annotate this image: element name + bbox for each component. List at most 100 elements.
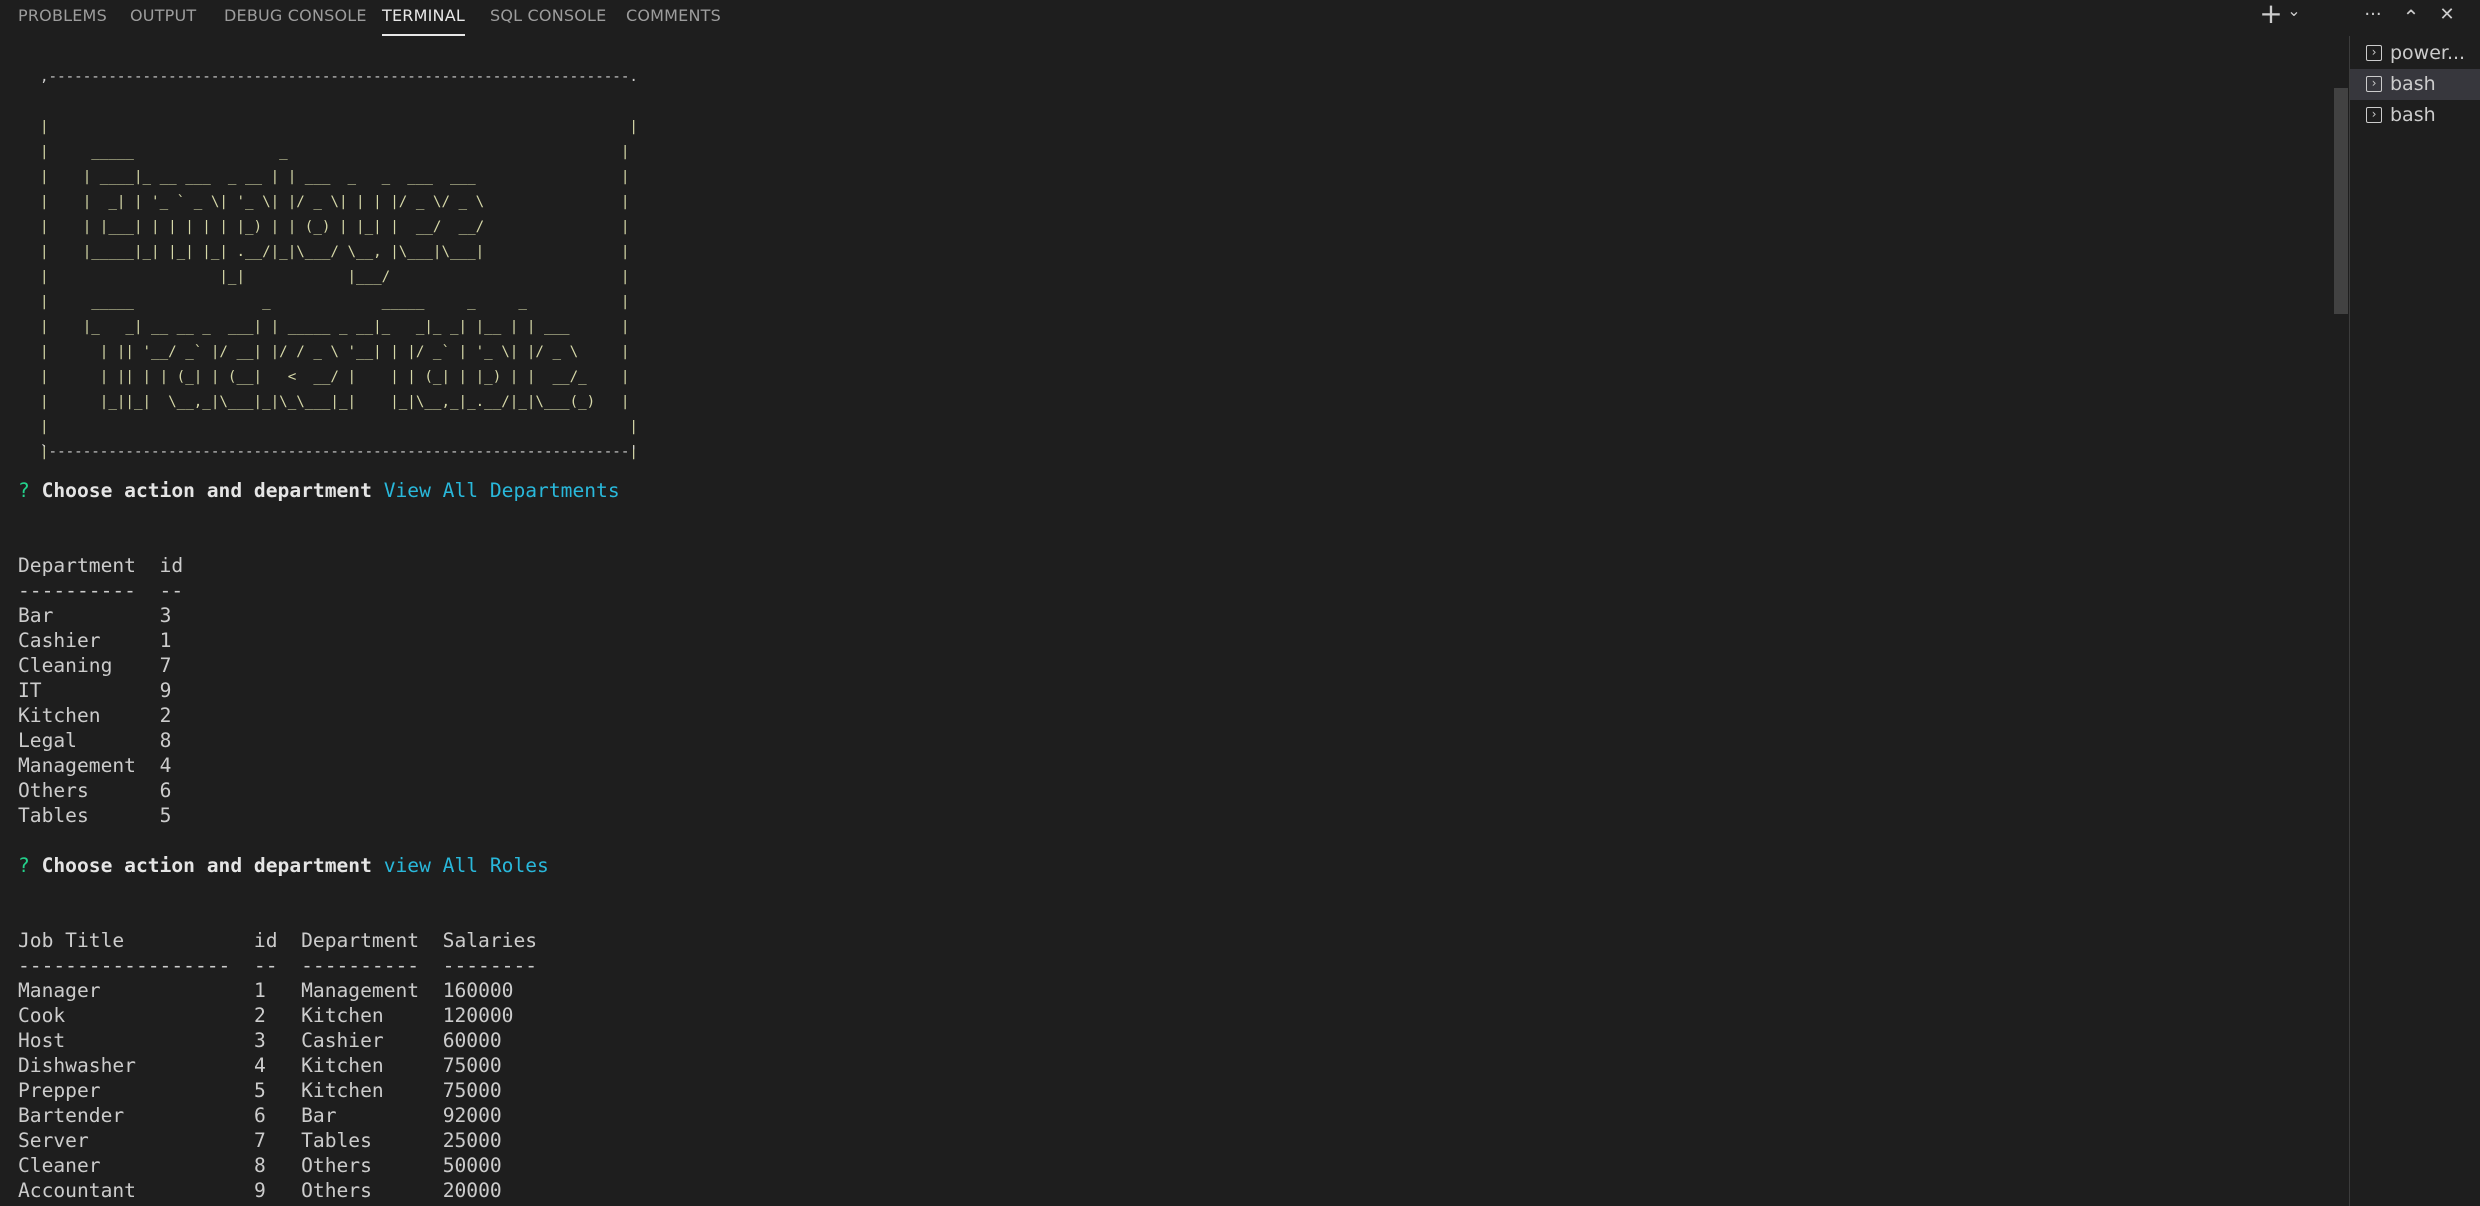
terminal-item-label: bash xyxy=(2390,73,2436,95)
tab-debug-console[interactable]: DEBUG CONSOLE xyxy=(224,0,367,34)
cell-gap xyxy=(101,1079,254,1102)
prompt-question: Choose action and department xyxy=(41,479,372,502)
table-row: Host 3 Cashier 60000 xyxy=(18,1028,502,1053)
cell-gap xyxy=(266,1154,301,1177)
banner-ascii-art: | | | _____ _ | | | ____|_ __ ___ _ __ | |… xyxy=(40,115,638,465)
role-id: 4 xyxy=(253,1054,266,1077)
role-department: Management xyxy=(301,979,420,1002)
banner-art-line: | | _| | '_ ` _ \| '_ \| |/ _ \| | | |/ … xyxy=(40,194,630,210)
table-row: Dishwasher 4 Kitchen 75000 xyxy=(18,1053,502,1078)
terminal-scrollbar[interactable] xyxy=(2334,88,2348,314)
terminal-item-bash[interactable]: › bash xyxy=(2350,69,2480,100)
job-title: Dishwasher xyxy=(18,1054,136,1077)
tab-sql-console[interactable]: SQL CONSOLE xyxy=(490,0,606,34)
job-title: Manager xyxy=(18,979,101,1002)
cell-gap xyxy=(89,804,160,827)
department-id: 1 xyxy=(159,629,172,652)
role-id: 9 xyxy=(253,1179,266,1202)
table-row: Bar 3 xyxy=(18,603,171,628)
department-name: Management xyxy=(18,754,136,777)
prompt-question: Choose action and department xyxy=(41,854,372,877)
department-name: Tables xyxy=(18,804,89,827)
department-name: IT xyxy=(18,679,42,702)
role-id: 5 xyxy=(253,1079,266,1102)
terminal-list: › power... › bash › bash xyxy=(2350,36,2480,1206)
department-id: 5 xyxy=(159,804,172,827)
new-terminal-button[interactable]: + xyxy=(2258,0,2284,32)
banner-art-line: | | |___| | | | | | |_) | | (_) | |_| | … xyxy=(40,219,630,235)
role-id: 7 xyxy=(253,1129,266,1152)
department-id: 3 xyxy=(159,604,172,627)
job-title: Server xyxy=(18,1129,89,1152)
tab-terminal[interactable]: TERMINAL xyxy=(382,0,465,36)
department-name: Bar xyxy=(18,604,54,627)
cell-gap xyxy=(266,1129,301,1152)
table-row: Cook 2 Kitchen 120000 xyxy=(18,1003,513,1028)
cell-gap xyxy=(112,654,159,677)
cell-gap xyxy=(266,1029,301,1052)
role-salary: 75000 xyxy=(442,1054,502,1077)
banner-art-line: | | ____|_ __ ___ _ __ | | ___ _ _ ___ _… xyxy=(40,169,630,185)
chevron-down-icon[interactable]: ⌄ xyxy=(2285,0,2303,32)
role-id: 2 xyxy=(253,1004,266,1027)
department-name: Others xyxy=(18,779,89,802)
table-row: Accountant 9 Others 20000 xyxy=(18,1178,502,1203)
role-salary: 25000 xyxy=(442,1129,502,1152)
roles-table-separator: ------------------ -- ---------- -------… xyxy=(18,954,538,977)
role-salary: 160000 xyxy=(442,979,514,1002)
department-id: 4 xyxy=(159,754,172,777)
banner-art-line: | | xyxy=(40,119,638,135)
role-id: 8 xyxy=(253,1154,266,1177)
role-department: Kitchen xyxy=(301,1054,384,1077)
cell-gap xyxy=(266,1079,301,1102)
department-id: 8 xyxy=(159,729,172,752)
tab-output[interactable]: OUTPUT xyxy=(130,0,196,34)
department-name: Kitchen xyxy=(18,704,101,727)
cell-gap xyxy=(384,1054,443,1077)
terminal-icon: › xyxy=(2366,45,2382,61)
department-id: 7 xyxy=(159,654,172,677)
table-row: Management 4 xyxy=(18,753,171,778)
close-panel-button[interactable]: ✕ xyxy=(2434,0,2460,32)
table-row: Cleaning 7 xyxy=(18,653,171,678)
cell-gap xyxy=(136,1179,254,1202)
table-row: Manager 1 Management 160000 xyxy=(18,978,513,1003)
cell-gap xyxy=(53,604,159,627)
cell-gap xyxy=(136,754,160,777)
cell-gap xyxy=(101,1154,254,1177)
prompt-line: ? Choose action and department view All … xyxy=(18,853,549,878)
more-actions-button[interactable]: ··· xyxy=(2358,0,2388,32)
cell-gap xyxy=(266,1054,301,1077)
cell-gap xyxy=(77,729,160,752)
cell-gap xyxy=(42,679,160,702)
tab-problems[interactable]: PROBLEMS xyxy=(18,0,107,34)
banner-art-line: | | || | | (_| | (__| < __/ | | | (_| | … xyxy=(40,369,630,385)
cell-gap xyxy=(266,1004,301,1027)
departments-table-separator: ---------- -- xyxy=(18,579,184,602)
terminal-output[interactable]: ,---------------------------------------… xyxy=(0,36,2340,1206)
role-department: Cashier xyxy=(301,1029,384,1052)
tab-comments[interactable]: COMMENTS xyxy=(626,0,721,34)
cell-gap xyxy=(419,979,443,1002)
banner-art-line: | |_||_| \__,_|\___|_|\_\___|_| |_|\__,_… xyxy=(40,394,630,410)
cell-gap xyxy=(136,1054,254,1077)
table-row: Cleaner 8 Others 50000 xyxy=(18,1153,502,1178)
prompt-symbol: ? xyxy=(18,479,30,502)
banner-art-line: | |_| |___/ | xyxy=(40,269,630,285)
job-title: Cleaner xyxy=(18,1154,101,1177)
terminal-item-bash[interactable]: › bash xyxy=(2350,100,2480,131)
cell-gap xyxy=(337,1104,443,1127)
prompt-answer: View All Departments xyxy=(383,479,620,502)
cell-gap xyxy=(384,1004,443,1027)
department-name: Cashier xyxy=(18,629,101,652)
role-department: Others xyxy=(301,1179,372,1202)
cell-gap xyxy=(372,1179,443,1202)
terminal-item-powershell[interactable]: › power... xyxy=(2350,38,2480,69)
cell-gap xyxy=(124,1104,254,1127)
role-salary: 60000 xyxy=(442,1029,502,1052)
department-name: Legal xyxy=(18,729,77,752)
cell-gap xyxy=(101,629,160,652)
role-salary: 75000 xyxy=(442,1079,502,1102)
maximize-panel-button[interactable]: ⌃ xyxy=(2398,0,2424,32)
departments-table-header: Department id xyxy=(18,554,184,577)
